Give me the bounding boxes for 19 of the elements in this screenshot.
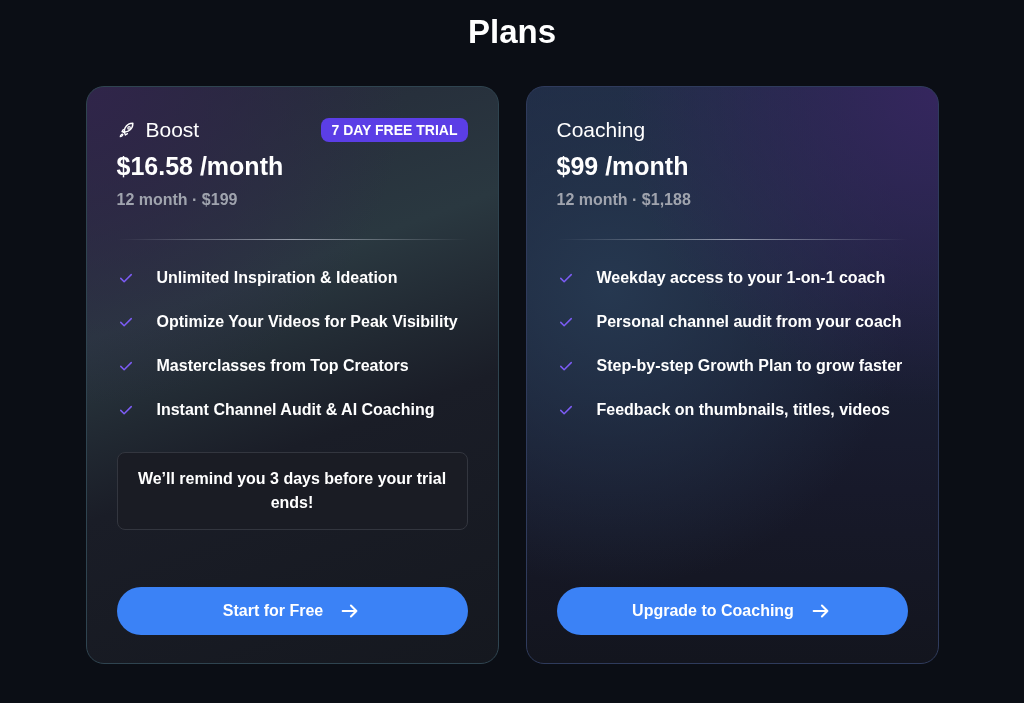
plan-price: $99 /month [556,152,690,181]
feature-text: Masterclasses from Top Creators [156,356,409,376]
reminder-note: We’ll remind you 3 days before your trial ends! [116,452,468,530]
feature-text: Feedback on thumbnails, titles, videos [596,400,890,420]
billing-text: 12 month · $1,188 [556,191,692,209]
cta-button[interactable]: Upgrade to Coaching [556,587,908,635]
cta-button[interactable]: Start for Free [116,587,468,635]
page-title: Plans [466,12,557,52]
trial-badge: 7 DAY FREE TRIAL [321,118,468,142]
plan-price: $16.58 /month [116,152,285,181]
billing-text: 12 month · $199 [116,191,239,209]
feature-text: Personal channel audit from your coach [596,312,902,332]
plan-name: Boost [145,118,200,142]
feature-text: Unlimited Inspiration & Ideation [156,268,398,288]
feature-text: Instant Channel Audit & AI Coaching [156,400,435,420]
feature-text: Weekday access to your 1-on-1 coach [596,268,886,288]
feature-text: Optimize Your Videos for Peak Visibility [156,312,458,332]
plan-name: Coaching [556,118,646,142]
feature-text: Step-by-step Growth Plan to grow faster [596,356,903,376]
